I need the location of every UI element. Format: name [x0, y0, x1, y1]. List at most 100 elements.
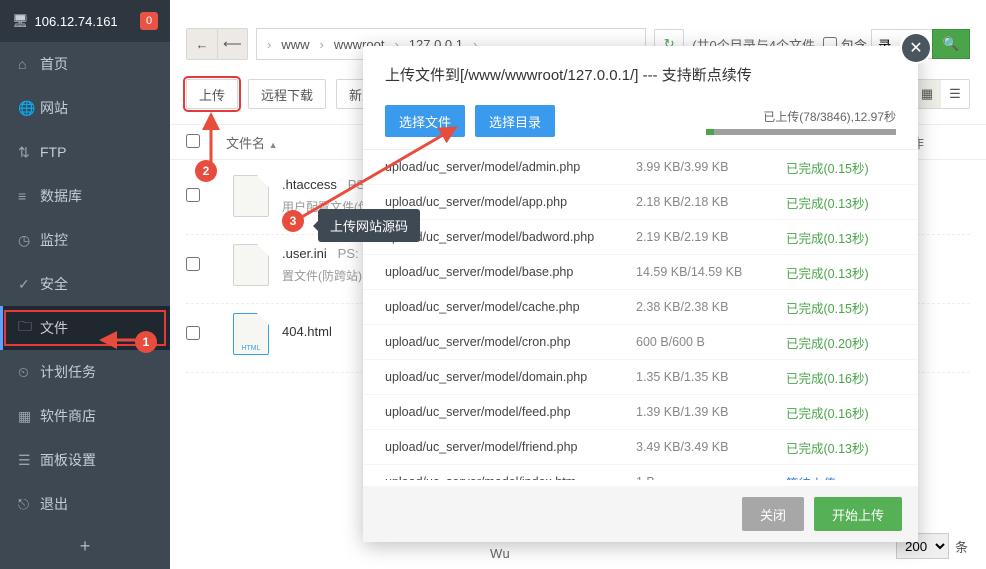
- upload-status: 等待上传: [786, 473, 896, 481]
- sidebar-icon: ⎋: [18, 496, 40, 513]
- upload-row: upload/uc_server/model/badword.php2.19 K…: [363, 220, 918, 255]
- sidebar-item-2[interactable]: ⇅FTP: [0, 130, 170, 174]
- col-name[interactable]: 文件名: [226, 136, 265, 151]
- sidebar-item-label: 软件商店: [40, 406, 96, 426]
- sidebar-item-9[interactable]: ☰面板设置: [0, 438, 170, 482]
- arrow-left-icon: ←: [196, 37, 209, 52]
- annotation-3: 3: [282, 210, 304, 232]
- nav-back[interactable]: ←: [187, 29, 217, 59]
- arrow-right-icon: ⟵: [223, 36, 242, 52]
- sidebar-item-8[interactable]: ▦软件商店: [0, 394, 170, 438]
- upload-size: 14.59 KB/14.59 KB: [636, 265, 786, 279]
- sidebar-item-label: 文件: [40, 318, 68, 338]
- select-file-button[interactable]: 选择文件: [385, 105, 465, 137]
- sidebar-item-0[interactable]: ⌂首页: [0, 42, 170, 86]
- file-icon: [233, 313, 269, 355]
- sidebar-icon: ≡: [18, 188, 40, 204]
- sidebar-item-1[interactable]: 🌐网站: [0, 86, 170, 130]
- modal-start-button[interactable]: 开始上传: [814, 497, 902, 531]
- notice-badge[interactable]: 0: [140, 12, 158, 30]
- upload-status: 已完成(0.15秒): [786, 158, 896, 177]
- sidebar-item-4[interactable]: ◷监控: [0, 218, 170, 262]
- modal-close[interactable]: ✕: [902, 34, 930, 62]
- annotation-tip: 上传网站源码: [318, 209, 420, 242]
- annotation-2: 2: [195, 160, 217, 182]
- monitor-icon: 🖥: [12, 13, 29, 29]
- file-name: .user.ini: [282, 246, 327, 261]
- sidebar-item-10[interactable]: ⎋退出: [0, 482, 170, 526]
- sidebar-icon: ⏲: [18, 364, 40, 381]
- sidebar-add[interactable]: +: [0, 526, 170, 566]
- search-button[interactable]: 🔍: [932, 29, 970, 59]
- sidebar-icon: 🗀: [18, 316, 40, 340]
- server-ip: 106.12.74.161: [35, 14, 140, 29]
- upload-path: upload/uc_server/model/cron.php: [385, 335, 636, 349]
- file-check[interactable]: [186, 326, 200, 340]
- upload-size: 3.49 KB/3.49 KB: [636, 440, 786, 454]
- upload-size: 1 B: [636, 475, 786, 480]
- select-all-check[interactable]: [186, 134, 200, 148]
- sidebar-item-label: 计划任务: [40, 362, 96, 382]
- sidebar-item-label: 面板设置: [40, 450, 96, 470]
- progress-text: 已上传(78/3846),12.97秒: [706, 108, 896, 125]
- annotation-1: 1: [135, 331, 157, 353]
- sidebar-item-3[interactable]: ≡数据库: [0, 174, 170, 218]
- watermark: Wu: [490, 546, 510, 561]
- modal-title: 上传文件到[/www/wwwroot/127.0.0.1/] --- 支持断点续…: [363, 46, 918, 91]
- sidebar-item-label: 数据库: [40, 186, 82, 206]
- crumb-www[interactable]: www: [281, 37, 309, 52]
- sidebar-icon: ⇅: [18, 144, 40, 161]
- sidebar-icon: ▦: [18, 408, 40, 425]
- upload-status: 已完成(0.13秒): [786, 228, 896, 247]
- upload-row: upload/uc_server/model/feed.php1.39 KB/1…: [363, 395, 918, 430]
- view-list[interactable]: ☰: [941, 80, 969, 108]
- upload-path: upload/uc_server/model/friend.php: [385, 440, 636, 454]
- upload-status: 已完成(0.16秒): [786, 403, 896, 422]
- upload-row: upload/uc_server/model/base.php14.59 KB/…: [363, 255, 918, 290]
- upload-row: upload/uc_server/model/admin.php3.99 KB/…: [363, 150, 918, 185]
- upload-button[interactable]: 上传: [186, 79, 238, 109]
- upload-path: upload/uc_server/model/index.htm: [385, 475, 636, 480]
- upload-status: 已完成(0.20秒): [786, 333, 896, 352]
- upload-row: upload/uc_server/model/friend.php3.49 KB…: [363, 430, 918, 465]
- remote-download-button[interactable]: 远程下载: [248, 79, 326, 109]
- upload-modal: ✕ 上传文件到[/www/wwwroot/127.0.0.1/] --- 支持断…: [363, 46, 918, 542]
- upload-size: 1.39 KB/1.39 KB: [636, 405, 786, 419]
- upload-list: upload/uc_server/model/admin.php3.99 KB/…: [363, 149, 918, 480]
- upload-status: 已完成(0.13秒): [786, 193, 896, 212]
- nav-forward[interactable]: ⟵: [217, 29, 247, 59]
- upload-path: upload/uc_server/model/feed.php: [385, 405, 636, 419]
- upload-status: 已完成(0.13秒): [786, 263, 896, 282]
- file-check[interactable]: [186, 188, 200, 202]
- sidebar-item-label: FTP: [40, 144, 66, 160]
- page-unit: 条: [955, 537, 968, 556]
- upload-path: upload/uc_server/model/app.php: [385, 195, 636, 209]
- upload-row: upload/uc_server/model/app.php2.18 KB/2.…: [363, 185, 918, 220]
- sidebar-icon: 🌐: [18, 100, 40, 117]
- upload-size: 1.35 KB/1.35 KB: [636, 370, 786, 384]
- sidebar-icon: ✓: [18, 276, 40, 293]
- sidebar-icon: ⌂: [18, 56, 40, 72]
- file-check[interactable]: [186, 257, 200, 271]
- upload-row: upload/uc_server/model/cache.php2.38 KB/…: [363, 290, 918, 325]
- upload-size: 2.38 KB/2.38 KB: [636, 300, 786, 314]
- modal-close-button[interactable]: 关闭: [742, 497, 804, 531]
- sidebar-item-5[interactable]: ✓安全: [0, 262, 170, 306]
- upload-size: 600 B/600 B: [636, 335, 786, 349]
- upload-size: 3.99 KB/3.99 KB: [636, 160, 786, 174]
- sidebar: 🖥 106.12.74.161 0 ⌂首页🌐网站⇅FTP≡数据库◷监控✓安全🗀文…: [0, 0, 170, 569]
- sidebar-item-7[interactable]: ⏲计划任务: [0, 350, 170, 394]
- sidebar-icon: ◷: [18, 232, 40, 249]
- upload-row: upload/uc_server/model/domain.php1.35 KB…: [363, 360, 918, 395]
- view-toggle: ▦ ☰: [912, 79, 970, 109]
- upload-status: 已完成(0.13秒): [786, 438, 896, 457]
- file-icon: [233, 175, 269, 217]
- upload-size: 2.18 KB/2.18 KB: [636, 195, 786, 209]
- upload-path: upload/uc_server/model/domain.php: [385, 370, 636, 384]
- upload-row: upload/uc_server/model/index.htm1 B等待上传: [363, 465, 918, 480]
- sidebar-item-label: 首页: [40, 54, 68, 74]
- select-dir-button[interactable]: 选择目录: [475, 105, 555, 137]
- close-icon: ✕: [909, 38, 922, 58]
- sidebar-item-label: 安全: [40, 274, 68, 294]
- upload-size: 2.19 KB/2.19 KB: [636, 230, 786, 244]
